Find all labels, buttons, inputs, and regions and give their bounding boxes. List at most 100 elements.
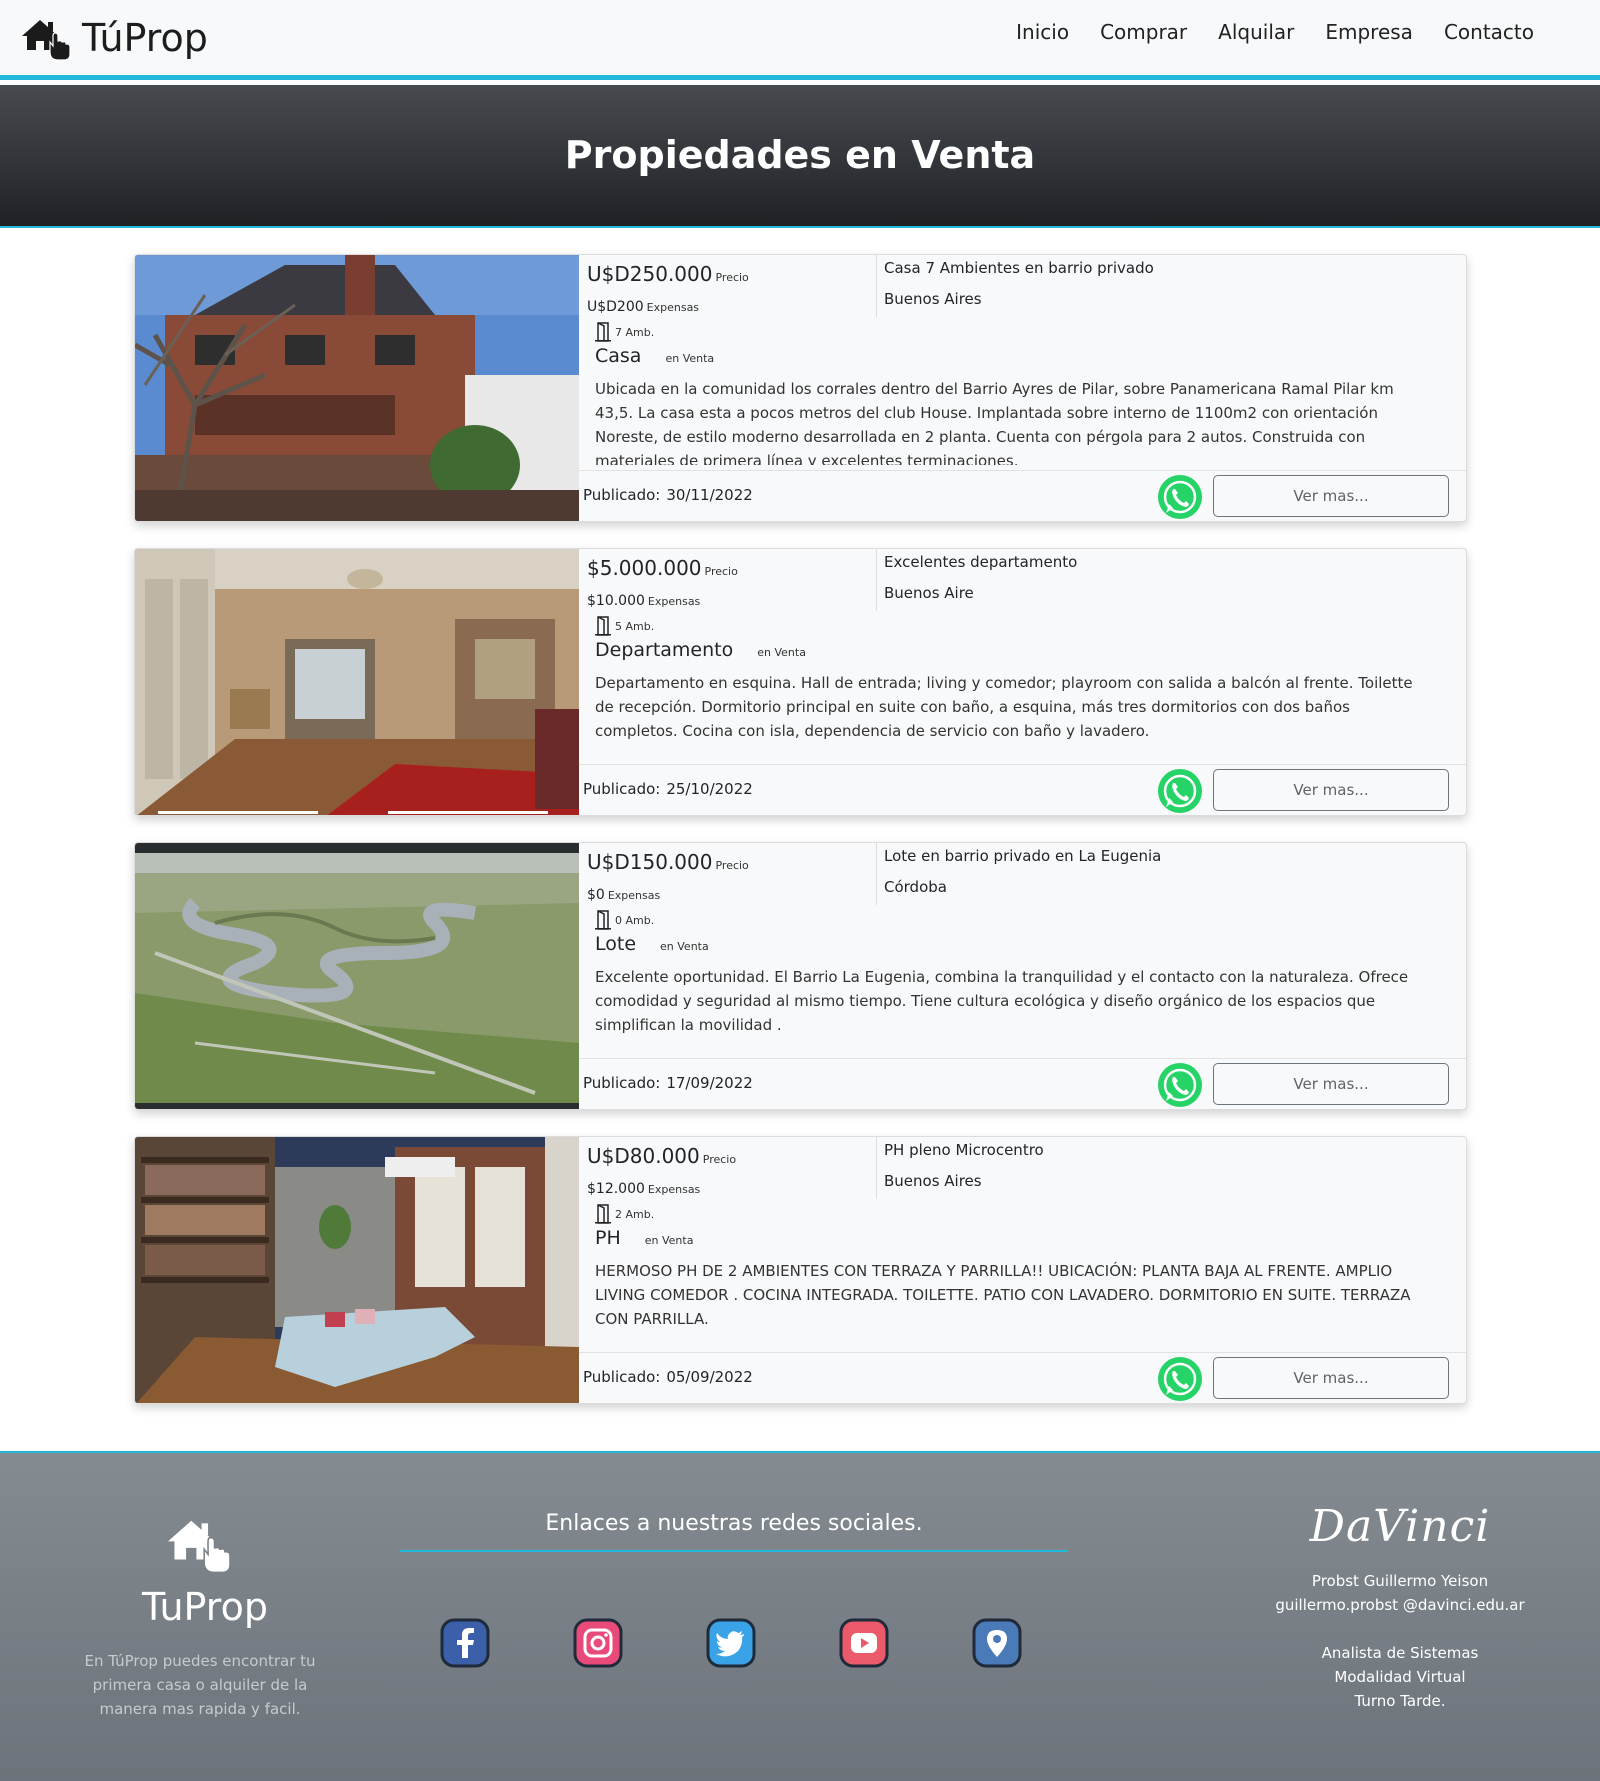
price-label: Precio xyxy=(715,271,749,284)
nav-inicio[interactable]: Inicio xyxy=(1016,20,1069,44)
hero-banner: Propiedades en Venta xyxy=(0,85,1600,228)
house-hand-icon xyxy=(168,1520,231,1574)
rooms-count: 5 Amb. xyxy=(615,619,655,633)
whatsapp-icon[interactable] xyxy=(1157,1062,1203,1108)
price-block: U$D150.000 Precio $0 Expensas xyxy=(587,843,877,905)
price: U$D80.000 xyxy=(587,1144,700,1168)
brand[interactable]: TúProp xyxy=(20,14,208,62)
listing-description: Ubicada en la comunidad los corrales den… xyxy=(595,380,1394,465)
price-label: Precio xyxy=(702,1153,737,1166)
whatsapp-icon[interactable] xyxy=(1157,474,1203,520)
rooms-count: 7 Amb. xyxy=(615,325,655,339)
listing-description: Departamento en esquina. Hall de entrada… xyxy=(595,674,1413,740)
type-row: Casa en Venta xyxy=(595,345,714,367)
footer-brand: TuProp xyxy=(142,1585,268,1629)
social-divider xyxy=(400,1550,1068,1552)
ver-mas-button[interactable]: Ver mas... xyxy=(1213,475,1449,517)
door-icon xyxy=(595,322,611,342)
facebook-icon[interactable] xyxy=(440,1618,490,1668)
footer-tagline: En TúProp puedes encontrar tu primera ca… xyxy=(84,1652,316,1718)
published-date: Publicado: 30/11/2022 xyxy=(583,486,753,504)
property-type: Casa xyxy=(595,345,642,367)
expensas: $10.000 xyxy=(587,593,645,609)
listing-title: Lote en barrio privado en La Eugenia xyxy=(884,847,1162,865)
brick-house-photo[interactable] xyxy=(135,255,579,521)
navbar: TúProp Inicio Comprar Alquilar Empresa C… xyxy=(0,0,1600,80)
twitter-icon[interactable] xyxy=(706,1618,756,1668)
footer-role: Analista de Sistemas Modalidad Virtual T… xyxy=(1230,1641,1570,1713)
page-title: Propiedades en Venta xyxy=(564,133,1036,177)
expensas-label: Expensas xyxy=(647,1183,701,1196)
published-label: Publicado: xyxy=(583,1368,661,1386)
published-value: 25/10/2022 xyxy=(666,780,753,798)
ver-mas-button[interactable]: Ver mas... xyxy=(1213,1357,1449,1399)
footer-contact: Probst Guillermo Yeison guillermo.probst… xyxy=(1230,1569,1570,1617)
whatsapp-icon[interactable] xyxy=(1157,768,1203,814)
listing-description: Excelente oportunidad. El Barrio La Euge… xyxy=(595,968,1409,1034)
nav-alquilar[interactable]: Alquilar xyxy=(1218,20,1294,44)
footer: TuProp En TúProp puedes encontrar tu pri… xyxy=(0,1451,1600,1781)
house-hand-icon xyxy=(22,20,71,61)
role-line: Turno Tarde. xyxy=(1354,1692,1446,1710)
property-type: PH xyxy=(595,1227,621,1249)
role-line: Analista de Sistemas xyxy=(1321,1644,1479,1662)
nav-contacto[interactable]: Contacto xyxy=(1444,20,1534,44)
price-block: U$D250.000 Precio U$D200 Expensas xyxy=(587,255,877,317)
door-icon xyxy=(595,1204,611,1224)
author-email: guillermo.probst @davinci.edu.ar xyxy=(1275,1596,1525,1614)
nav-empresa[interactable]: Empresa xyxy=(1325,20,1413,44)
role-line: Modalidad Virtual xyxy=(1334,1668,1466,1686)
rooms-count: 2 Amb. xyxy=(615,1207,655,1221)
listing-card: $5.000.000 Precio $10.000 Expensas 5 Amb. … xyxy=(134,548,1467,816)
social-title: Enlaces a nuestras redes sociales. xyxy=(545,1511,923,1536)
listing-city: Buenos Aires xyxy=(884,290,982,308)
location-icon[interactable] xyxy=(972,1618,1022,1668)
expensas: U$D200 xyxy=(587,299,644,315)
published-label: Publicado: xyxy=(583,780,661,798)
published-date: Publicado: 17/09/2022 xyxy=(583,1074,753,1092)
aerial-lot-photo[interactable] xyxy=(135,843,579,1109)
published-date: Publicado: 05/09/2022 xyxy=(583,1368,753,1386)
rooms: 2 Amb. xyxy=(595,1204,654,1224)
published-value: 05/09/2022 xyxy=(666,1368,753,1386)
apartment-interior-photo[interactable] xyxy=(135,549,579,815)
price-label: Precio xyxy=(704,565,738,578)
expensas-label: Expensas xyxy=(607,889,661,902)
whatsapp-icon[interactable] xyxy=(1157,1356,1203,1402)
published-label: Publicado: xyxy=(583,486,661,504)
listing-status: en Venta xyxy=(665,352,715,365)
card-footer: Publicado: 17/09/2022 Ver mas... xyxy=(579,1058,1466,1109)
living-room-photo[interactable] xyxy=(135,1137,579,1403)
type-row: Departamento en Venta xyxy=(595,639,806,661)
listing-card: U$D250.000 Precio U$D200 Expensas 7 Amb. C… xyxy=(134,254,1467,522)
listing-city: Buenos Aires xyxy=(884,1172,982,1190)
listing-city: Buenos Aire xyxy=(884,584,974,602)
property-type: Departamento xyxy=(595,639,734,661)
author-name: Probst Guillermo Yeison xyxy=(1311,1572,1489,1590)
nav-comprar[interactable]: Comprar xyxy=(1100,20,1187,44)
price: U$D250.000 xyxy=(587,262,713,286)
listing-description: HERMOSO PH DE 2 AMBIENTES CON TERRAZA Y … xyxy=(595,1262,1411,1328)
door-icon xyxy=(595,616,611,636)
listing-card: U$D150.000 Precio $0 Expensas 0 Amb. Lote … xyxy=(134,842,1467,1110)
nav-menu: Inicio Comprar Alquilar Empresa Contacto xyxy=(985,20,1534,44)
expensas-label: Expensas xyxy=(646,301,700,314)
published-value: 30/11/2022 xyxy=(666,486,753,504)
card-footer: Publicado: 25/10/2022 Ver mas... xyxy=(579,764,1466,815)
type-row: PH en Venta xyxy=(595,1227,693,1249)
instagram-icon[interactable] xyxy=(573,1618,623,1668)
listing-title: Casa 7 Ambientes en barrio privado xyxy=(884,259,1154,277)
listing-title: PH pleno Microcentro xyxy=(884,1141,1044,1159)
price-block: $5.000.000 Precio $10.000 Expensas xyxy=(587,549,877,611)
listing-city: Córdoba xyxy=(884,878,947,896)
type-row: Lote en Venta xyxy=(595,933,709,955)
ver-mas-button[interactable]: Ver mas... xyxy=(1213,769,1449,811)
rooms-count: 0 Amb. xyxy=(615,913,655,927)
published-label: Publicado: xyxy=(583,1074,661,1092)
ver-mas-button[interactable]: Ver mas... xyxy=(1213,1063,1449,1105)
listing-card: U$D80.000 Precio $12.000 Expensas 2 Amb. P… xyxy=(134,1136,1467,1404)
youtube-icon[interactable] xyxy=(839,1618,889,1668)
published-value: 17/09/2022 xyxy=(666,1074,753,1092)
listing-title: Excelentes departamento xyxy=(884,553,1078,571)
expensas: $12.000 xyxy=(587,1181,645,1197)
